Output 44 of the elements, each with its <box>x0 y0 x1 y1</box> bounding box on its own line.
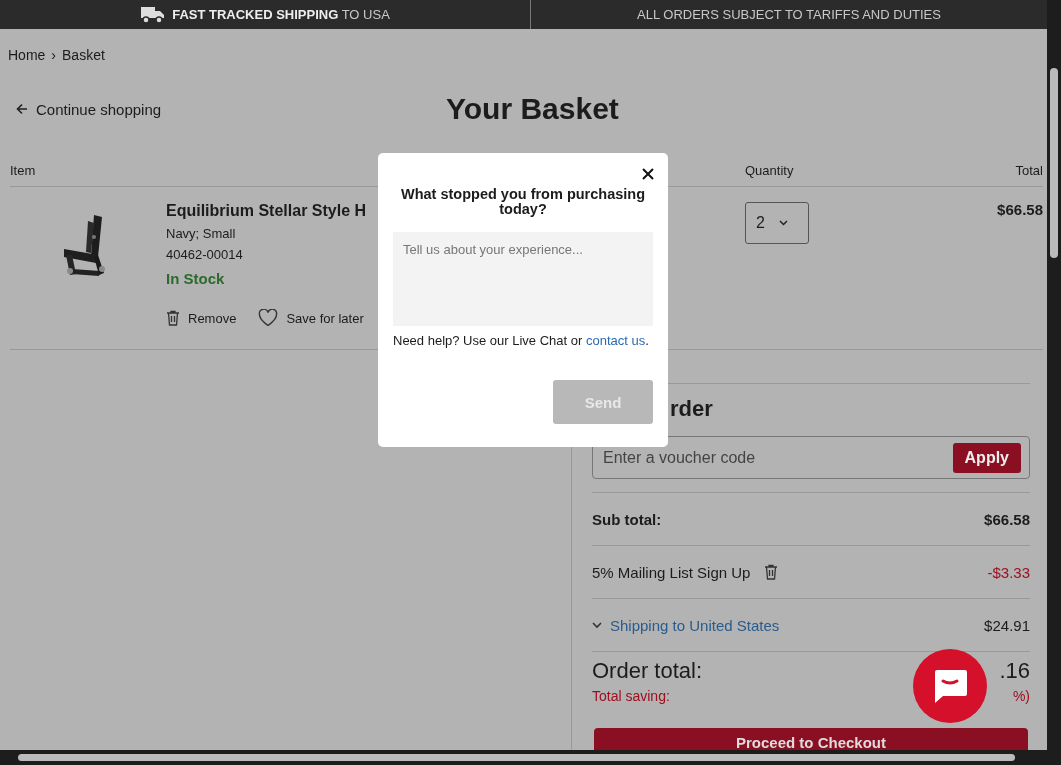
truck-icon <box>140 4 167 25</box>
discount-label: 5% Mailing List Sign Up <box>592 563 751 581</box>
trash-icon <box>764 564 779 580</box>
save-for-later-link[interactable]: Save for later <box>286 310 364 326</box>
shipping-value: $24.91 <box>984 616 1030 634</box>
close-icon[interactable] <box>641 167 655 181</box>
column-header: Item <box>10 163 36 178</box>
chevron-down-icon[interactable] <box>592 621 602 629</box>
product-name[interactable]: Equilibrium Stellar Style H <box>166 202 376 220</box>
stock-status: In Stock <box>166 270 226 287</box>
vertical-scrollbar[interactable] <box>1047 0 1061 750</box>
discount-value: -$3.33 <box>987 563 1030 581</box>
breadcrumb-separator: › <box>51 47 57 63</box>
dialog-title: What stopped you from purchasing today? <box>399 187 647 217</box>
subtotal-value: $66.58 <box>984 510 1030 528</box>
breadcrumb-link[interactable]: Home <box>8 47 46 63</box>
back-arrow-icon[interactable] <box>16 103 28 115</box>
order-total-label: Order total: <box>592 658 703 684</box>
quantity-select[interactable]: 2 <box>745 202 809 244</box>
remove-link[interactable]: Remove <box>188 310 237 326</box>
apply-button[interactable]: Apply <box>952 442 1021 473</box>
order-total-value: .16 <box>999 658 1030 684</box>
trash-icon <box>166 310 180 326</box>
summary-heading: rder <box>670 396 713 421</box>
feedback-textarea[interactable]: Tell us about your experience... <box>393 232 653 326</box>
help-text: Need help? Use our Live Chat or contact us. <box>393 332 650 349</box>
page-title: Your Basket <box>446 92 619 126</box>
tariff-notice: ALL ORDERS SUBJECT TO TARIFFS AND DUTIES <box>637 7 941 22</box>
continue-shopping-link[interactable]: Continue shopping <box>36 100 162 118</box>
voucher-field[interactable]: Enter a voucher code Apply <box>592 436 1030 479</box>
chevron-down-icon <box>778 220 788 226</box>
product-sku: 40462-00014 <box>166 247 244 262</box>
breadcrumb-current: Basket <box>62 47 105 63</box>
column-header: Total <box>1015 163 1043 178</box>
subtotal-label: Sub total: <box>592 510 662 528</box>
horizontal-scrollbar[interactable] <box>0 750 1061 765</box>
total-saving-value: %) <box>1012 688 1030 704</box>
heart-icon[interactable] <box>258 309 279 327</box>
total-saving-label: Total saving: <box>592 688 670 704</box>
product-variant: Navy; Small <box>166 226 237 241</box>
checkout-button[interactable]: Proceed to Checkout <box>594 728 1028 750</box>
shipping-banner-text: FAST TRACKED SHIPPING TO USA <box>172 7 390 22</box>
column-header: Quantity <box>745 163 794 178</box>
line-total: $66.58 <box>997 201 1043 220</box>
